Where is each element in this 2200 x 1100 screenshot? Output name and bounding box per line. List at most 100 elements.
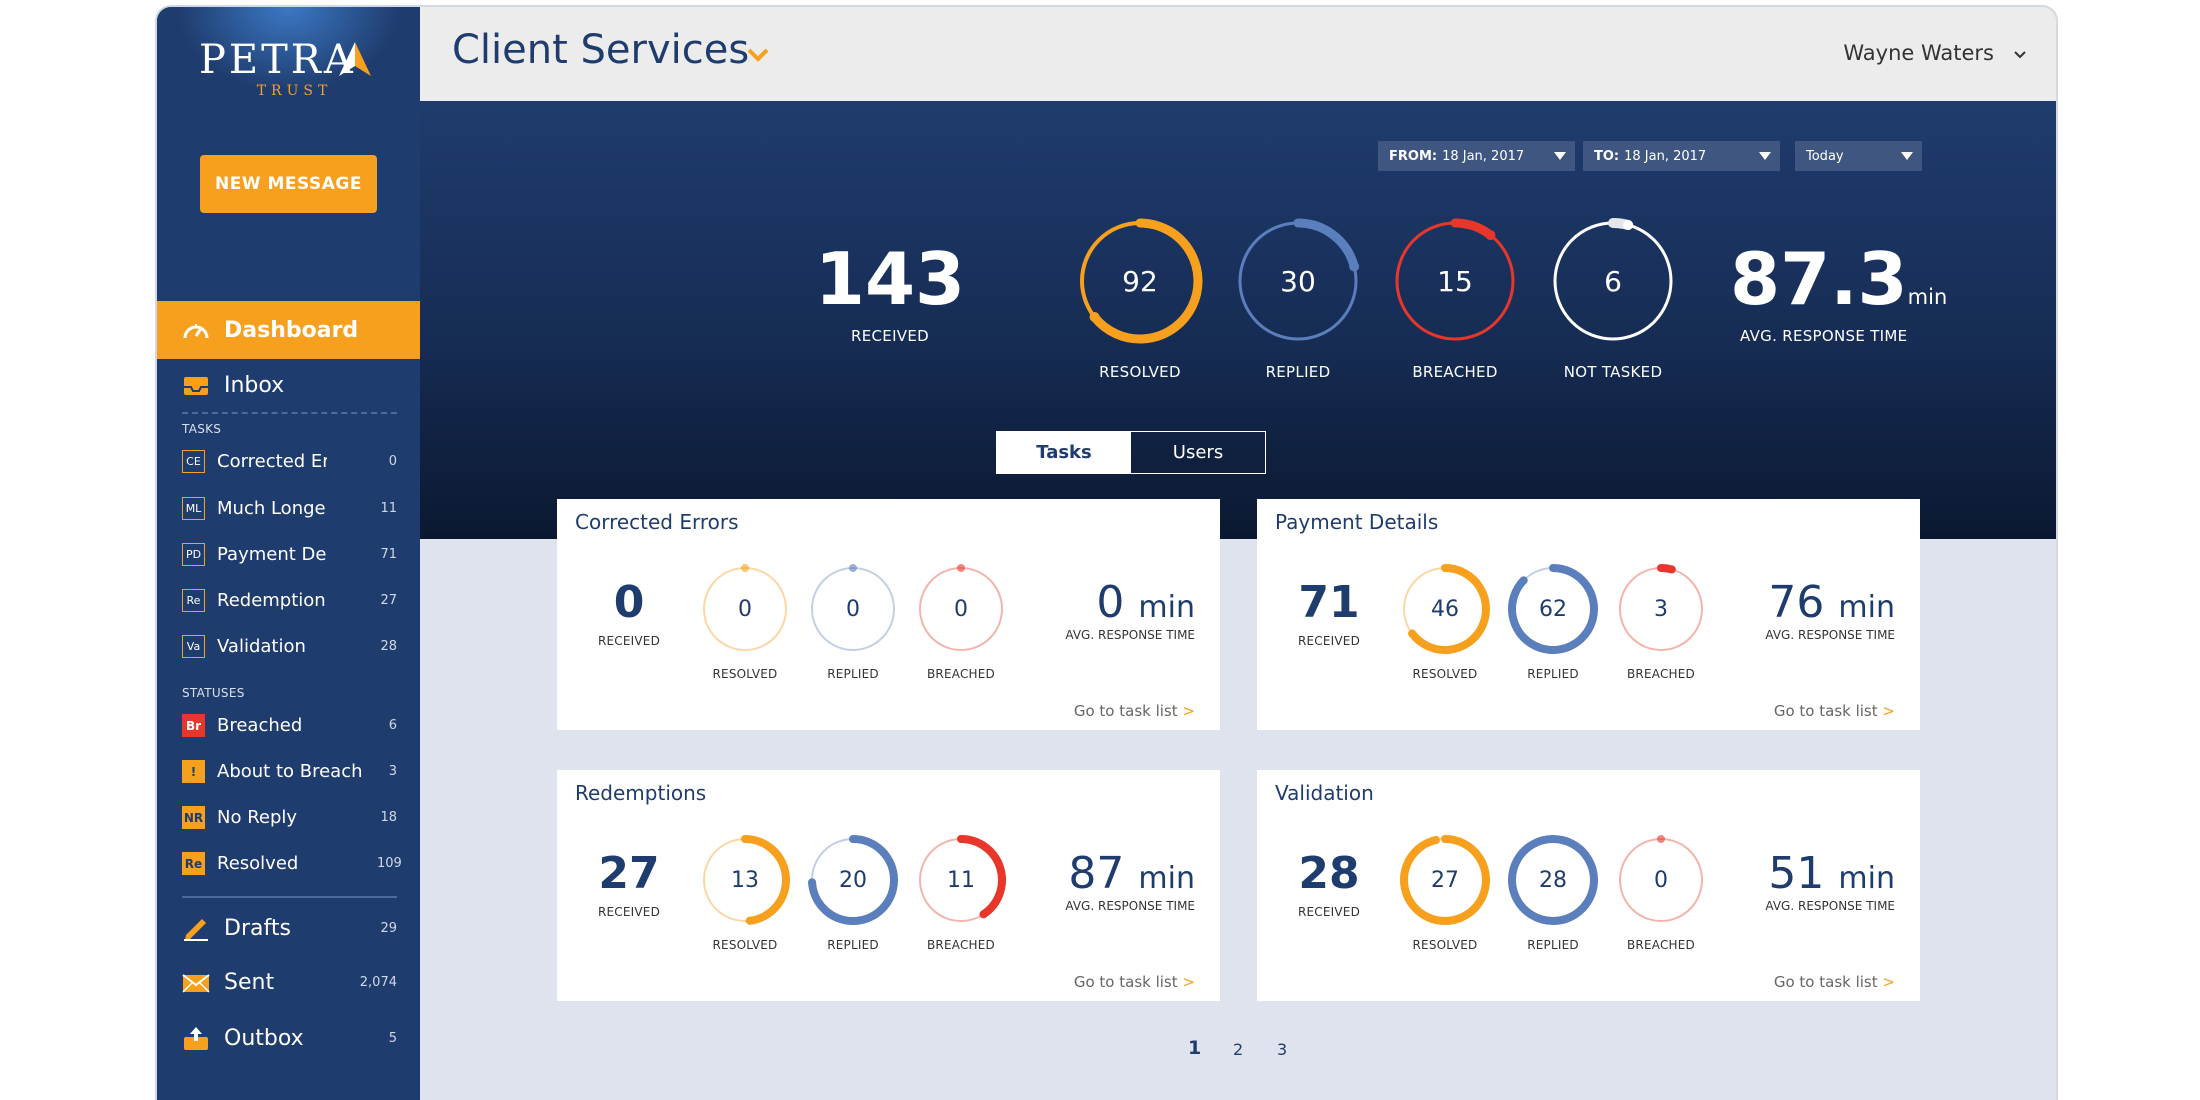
- replied-label: REPLIED: [1265, 363, 1331, 381]
- not-tasked-label: NOT TASKED: [1563, 363, 1663, 381]
- task-badge: Va: [182, 635, 205, 658]
- tasks-heading: TASKS: [182, 422, 222, 436]
- status-item-about-to-breach[interactable]: ! About to Breach 3: [182, 760, 397, 783]
- nav-sent-count: 2,074: [359, 975, 397, 990]
- task-item-redemption[interactable]: Re Redemption 27: [182, 589, 397, 612]
- status-item-resolved[interactable]: Re Resolved 109: [182, 852, 402, 875]
- header: Client Services Wayne Waters: [420, 7, 2056, 101]
- nav-dashboard-label: Dashboard: [224, 317, 359, 343]
- go-link-text: Go to task list: [1773, 973, 1878, 991]
- card-received-value: 28: [1298, 848, 1360, 899]
- card-avg-response: 87 min: [1068, 848, 1195, 899]
- task-card: Validation 28 RECEIVED 27 RESOLVED 28 RE…: [1257, 770, 1920, 1001]
- go-link-text: Go to task list: [1073, 702, 1178, 720]
- to-date-select[interactable]: TO: 18 Jan, 2017: [1583, 141, 1780, 171]
- go-to-task-list-link[interactable]: Go to task list >: [1774, 973, 1895, 991]
- go-link-arrow: >: [1182, 702, 1195, 720]
- card-breached-value: 0: [1654, 867, 1668, 893]
- card-avg-response: 0 min: [1096, 577, 1195, 628]
- card-avg-value: 76: [1768, 577, 1825, 628]
- tab-tasks[interactable]: Tasks: [997, 432, 1131, 473]
- nav-inbox-label: Inbox: [224, 373, 285, 398]
- task-card: Redemptions 27 RECEIVED 13 RESOLVED 20 R…: [557, 770, 1220, 1001]
- go-to-task-list-link[interactable]: Go to task list >: [1074, 702, 1195, 720]
- card-replied-ring: 20: [805, 832, 901, 928]
- task-count: 11: [380, 501, 397, 516]
- nav-drafts-label: Drafts: [224, 915, 291, 941]
- task-name: Payment Details: [217, 544, 327, 565]
- task-name: Much Longer: [217, 498, 327, 519]
- card-avg-response: 51 min: [1768, 848, 1895, 899]
- card-replied-value: 62: [1539, 596, 1567, 622]
- go-link-text: Go to task list: [1073, 973, 1178, 991]
- user-menu[interactable]: Wayne Waters: [1843, 41, 1994, 65]
- card-replied-value: 28: [1539, 867, 1567, 893]
- card-breached-ring: 0: [913, 561, 1009, 657]
- chevron-down-icon[interactable]: [2014, 51, 2026, 59]
- task-name: Corrected Errors: [217, 451, 327, 472]
- envelope-icon: [182, 973, 210, 993]
- card-breached-value: 11: [947, 867, 975, 893]
- card-breached-value: 0: [954, 596, 968, 622]
- pencil-icon: [184, 919, 208, 941]
- card-breached-ring: 3: [1613, 561, 1709, 657]
- range-select[interactable]: Today: [1795, 141, 1922, 171]
- view-toggle: Tasks Users: [996, 431, 1266, 474]
- task-count: 0: [388, 454, 397, 469]
- not-tasked-ring: 6: [1548, 216, 1678, 346]
- card-avg-value: 0: [1096, 577, 1125, 628]
- chevron-down-icon[interactable]: [746, 47, 770, 63]
- from-date-select[interactable]: FROM: 18 Jan, 2017: [1378, 141, 1575, 171]
- replied-ring: 30: [1233, 216, 1363, 346]
- status-item-breached[interactable]: Br Breached 6: [182, 714, 397, 737]
- nav-outbox-count: 5: [388, 1030, 397, 1046]
- task-item-validation[interactable]: Va Validation 28: [182, 635, 397, 658]
- nav-outbox[interactable]: Outbox 5: [182, 1025, 397, 1051]
- page-1[interactable]: 1: [1188, 1037, 1201, 1059]
- go-to-task-list-link[interactable]: Go to task list >: [1774, 702, 1895, 720]
- nav-dashboard[interactable]: Dashboard: [157, 301, 420, 359]
- card-received-value: 0: [613, 577, 645, 628]
- not-tasked-value: 6: [1604, 264, 1622, 298]
- card-avg-unit: min: [1838, 861, 1895, 896]
- card-resolved-ring: 0: [697, 561, 793, 657]
- task-card: Payment Details 71 RECEIVED 46 RESOLVED …: [1257, 499, 1920, 730]
- logo-triangle-icon: [339, 42, 371, 76]
- card-breached-label: BREACHED: [1627, 667, 1695, 681]
- status-name: Breached: [217, 715, 303, 736]
- card-resolved-label: RESOLVED: [712, 938, 778, 952]
- status-badge: NR: [182, 806, 205, 829]
- card-resolved-value: 27: [1431, 867, 1459, 893]
- status-item-no-reply[interactable]: NR No Reply 18: [182, 806, 397, 829]
- card-replied-value: 20: [839, 867, 867, 893]
- nav-sent[interactable]: Sent 2,074: [182, 970, 397, 995]
- nav-inbox[interactable]: Inbox: [182, 373, 397, 398]
- card-replied-ring: 0: [805, 561, 901, 657]
- go-to-task-list-link[interactable]: Go to task list >: [1074, 973, 1195, 991]
- status-name: About to Breach: [217, 761, 363, 782]
- card-resolved-value: 46: [1431, 596, 1459, 622]
- nav-drafts[interactable]: Drafts 29: [182, 915, 397, 941]
- new-message-button[interactable]: NEW MESSAGE: [200, 155, 377, 213]
- card-received-value: 27: [598, 848, 660, 899]
- page-2[interactable]: 2: [1233, 1040, 1243, 1059]
- logo-subtitle: TRUST: [256, 83, 333, 99]
- divider: [182, 896, 397, 898]
- avg-response-unit: min: [1907, 285, 1948, 309]
- gauge-icon: [183, 324, 209, 339]
- statuses-heading: STATUSES: [182, 686, 245, 700]
- sidebar: PETRA TRUST NEW MESSAGE Dashboard Inbox: [157, 7, 420, 1100]
- task-count: 71: [380, 547, 397, 562]
- to-label: TO:: [1594, 148, 1620, 164]
- task-item-payment-details[interactable]: PD Payment Details 71: [182, 543, 397, 566]
- card-replied-label: REPLIED: [827, 938, 879, 952]
- task-item-much-longer[interactable]: ML Much Longer 11: [182, 497, 397, 520]
- card-resolved-value: 0: [738, 596, 752, 622]
- page-3[interactable]: 3: [1277, 1040, 1287, 1059]
- task-item-corrected-errors[interactable]: CE Corrected Errors 0: [182, 450, 397, 473]
- status-count: 18: [380, 810, 397, 825]
- divider: [182, 412, 397, 414]
- card-avg-unit: min: [1138, 590, 1195, 625]
- tab-users[interactable]: Users: [1131, 432, 1265, 473]
- task-badge: Re: [182, 589, 205, 612]
